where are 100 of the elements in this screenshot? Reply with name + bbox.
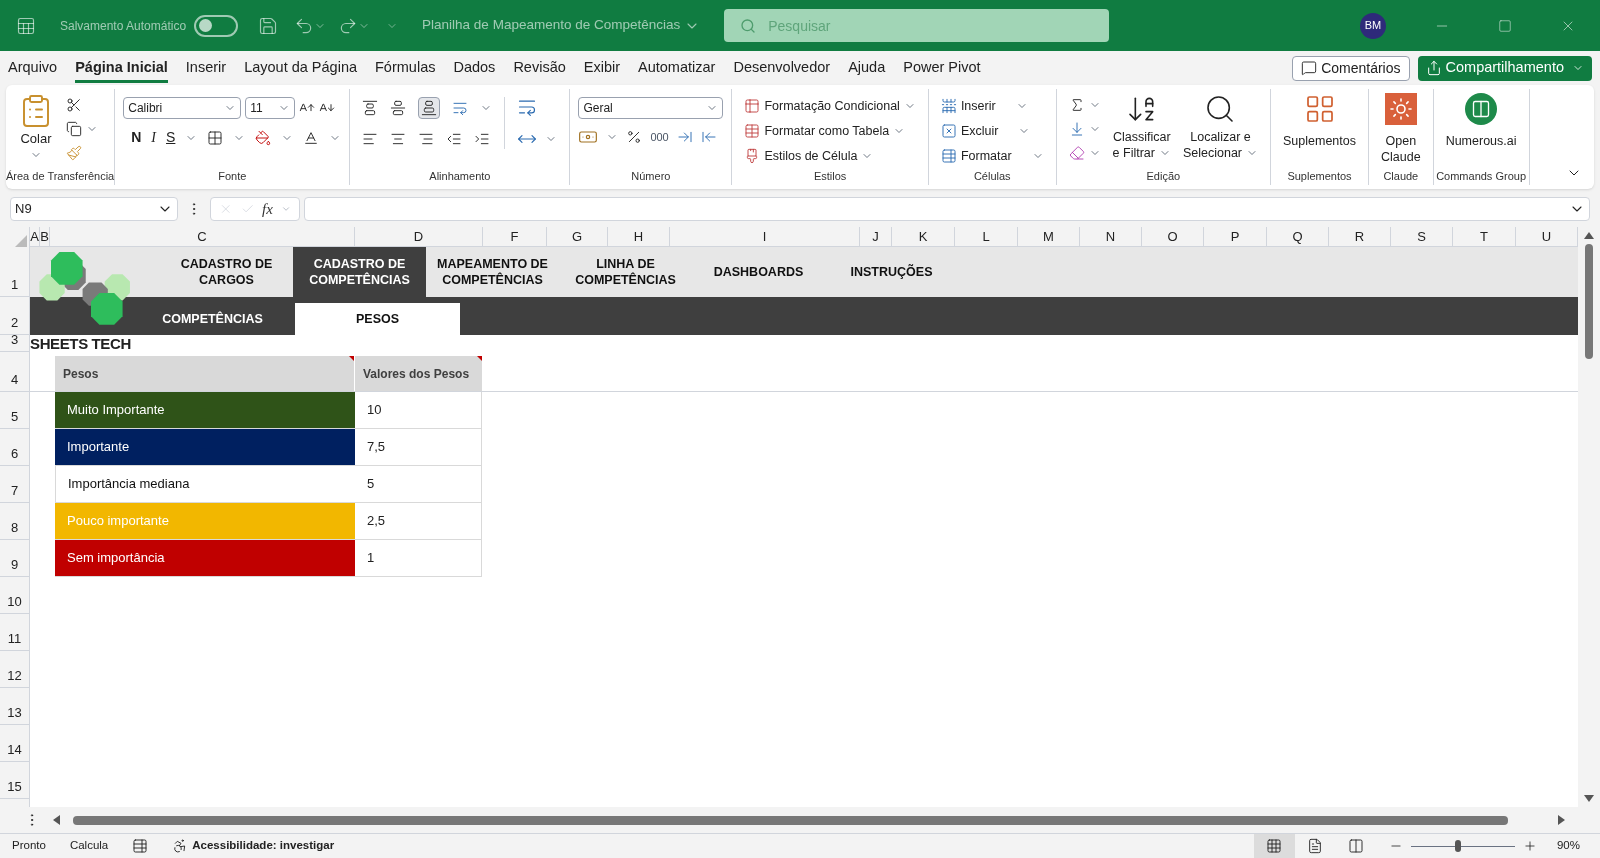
row-header[interactable]: 2 <box>0 297 29 335</box>
underline-button[interactable]: S <box>166 127 176 148</box>
format-painter-icon[interactable] <box>66 145 82 161</box>
ribbon-tab[interactable]: Ajuda <box>848 52 886 84</box>
scroll-left-icon[interactable] <box>52 814 61 826</box>
font-size-field[interactable]: 11 <box>245 97 296 119</box>
copy-icon[interactable] <box>66 121 82 137</box>
zoom-slider[interactable] <box>1410 840 1515 852</box>
column-header[interactable]: I <box>670 227 860 246</box>
bold-button[interactable]: N <box>131 127 142 148</box>
ribbon-menu-button[interactable]: Estilos de Célula <box>744 146 916 166</box>
ribbon-menu-button[interactable]: Inserir <box>940 97 1044 116</box>
ribbon-tab[interactable]: Inserir <box>185 52 227 84</box>
name-box[interactable]: N9 <box>10 197 178 221</box>
column-header[interactable]: F <box>483 227 547 246</box>
view-button[interactable] <box>1253 834 1295 858</box>
row-header[interactable]: 12 <box>0 651 29 688</box>
autosave-toggle[interactable] <box>194 14 239 37</box>
align-middle-icon[interactable] <box>390 100 407 116</box>
column-header[interactable]: Q <box>1267 227 1329 246</box>
ribbon-menu-button[interactable]: Formatar <box>940 146 1044 166</box>
scroll-right-icon[interactable] <box>1557 814 1566 826</box>
sheet-nav-tab[interactable]: CADASTRO DE CARGOS <box>160 247 293 297</box>
ribbon-tab[interactable]: Fórmulas <box>375 52 436 84</box>
row-header[interactable]: 7 <box>0 466 29 503</box>
row-header[interactable]: 10 <box>0 577 29 614</box>
align-right-icon[interactable] <box>418 131 435 147</box>
column-header[interactable]: S <box>1391 227 1453 246</box>
row-header[interactable]: 13 <box>0 688 29 725</box>
horizontal-scroll-thumb[interactable] <box>73 815 1508 825</box>
zoom-slider-thumb[interactable] <box>1454 840 1461 852</box>
sheet-nav-tab[interactable]: LINHA DE COMPETÊNCIAS <box>559 247 692 297</box>
insert-function-button[interactable]: fx <box>262 197 273 221</box>
decrease-decimal-icon[interactable] <box>700 129 717 145</box>
ribbon-large-button[interactable]: Localizar e Selecionar <box>1182 93 1259 161</box>
select-all-icon[interactable] <box>15 235 27 247</box>
user-avatar[interactable]: BM <box>1360 12 1386 39</box>
ribbon-menu-button[interactable]: Excluir <box>940 121 1044 141</box>
scroll-down-icon[interactable] <box>1583 794 1595 803</box>
eraser-icon[interactable] <box>1068 145 1085 161</box>
ribbon-large-button[interactable]: Open Claude <box>1381 93 1421 165</box>
column-header[interactable]: H <box>608 227 670 246</box>
scroll-up-icon[interactable] <box>1583 231 1595 240</box>
ribbon-menu-button[interactable]: Formatar como Tabela <box>744 121 916 141</box>
borders-icon[interactable] <box>207 129 224 146</box>
font-color-icon[interactable] <box>303 129 320 146</box>
align-center-icon[interactable] <box>390 131 407 147</box>
column-header[interactable]: M <box>1018 227 1080 246</box>
ribbon-tab[interactable]: Power Pivot <box>903 52 981 84</box>
column-header[interactable]: P <box>1204 227 1267 246</box>
column-header[interactable]: O <box>1142 227 1204 246</box>
increase-decimal-icon[interactable] <box>676 129 693 145</box>
sheet-nav-tab[interactable]: CADASTRO DE COMPETÊNCIAS <box>293 247 426 297</box>
column-header[interactable]: N <box>1080 227 1142 246</box>
ribbon-tab[interactable]: Desenvolvedor <box>733 52 831 84</box>
ribbon-tab[interactable]: Layout da Página <box>244 52 357 84</box>
sheet-sub-tab[interactable]: COMPETÊNCIAS <box>130 303 295 335</box>
zoom-level[interactable]: 90% <box>1556 837 1580 855</box>
ribbon-large-button[interactable]: Numerous.ai <box>1445 93 1517 149</box>
row-header[interactable]: 14 <box>0 725 29 762</box>
row-header[interactable]: 11 <box>0 614 29 651</box>
row-header[interactable]: 3 <box>0 335 29 352</box>
comments-button[interactable]: Comentários <box>1292 55 1410 81</box>
fill-color-icon[interactable] <box>255 129 272 146</box>
sheet-nav-tab[interactable]: DASHBOARDS <box>692 247 825 297</box>
row-header[interactable]: 9 <box>0 540 29 577</box>
row-header[interactable]: 8 <box>0 503 29 540</box>
align-left-icon[interactable] <box>362 131 379 147</box>
font-name-field[interactable]: Calibri <box>123 97 242 119</box>
save-icon[interactable] <box>258 15 279 36</box>
row-header[interactable]: 15 <box>0 762 29 799</box>
increase-indent-icon[interactable] <box>474 131 491 147</box>
align-top-icon[interactable] <box>362 100 379 116</box>
column-header[interactable]: T <box>1453 227 1516 246</box>
number-format-field[interactable]: Geral <box>578 97 724 119</box>
column-header[interactable]: D <box>355 227 483 246</box>
ribbon-tab[interactable]: Exibir <box>583 52 621 84</box>
decrease-indent-icon[interactable] <box>446 131 463 147</box>
macro-record-icon[interactable] <box>132 838 149 854</box>
row-header[interactable]: 4 <box>0 352 29 392</box>
ribbon-menu-button[interactable]: Formatação Condicional <box>744 97 916 116</box>
column-header[interactable]: G <box>547 227 608 246</box>
ribbon-tab[interactable]: Automatizar <box>638 52 716 84</box>
row-header[interactable]: 6 <box>0 429 29 466</box>
cut-icon[interactable] <box>66 97 82 113</box>
ribbon-tab[interactable]: Dados <box>453 52 496 84</box>
maximize-icon[interactable] <box>1498 18 1512 33</box>
column-header[interactable]: K <box>892 227 955 246</box>
sheet-sub-tab[interactable]: PESOS <box>295 303 460 335</box>
sheet-nav-tab[interactable]: MAPEAMENTO DE COMPETÊNCIAS <box>426 247 559 297</box>
row-header[interactable]: 5 <box>0 392 29 429</box>
row-header[interactable]: 1 <box>0 247 29 297</box>
thousands-button[interactable]: 000 <box>650 128 669 146</box>
ribbon-tab[interactable]: Revisão <box>513 52 566 84</box>
column-header[interactable]: L <box>955 227 1018 246</box>
zoom-in-icon[interactable] <box>1522 839 1537 853</box>
vertical-scroll-thumb[interactable] <box>1585 244 1593 359</box>
accessibility-button[interactable]: Acessibilidade: investigar <box>172 837 335 855</box>
paste-button[interactable]: Colar <box>14 93 58 161</box>
align-bottom-icon[interactable] <box>418 97 441 119</box>
